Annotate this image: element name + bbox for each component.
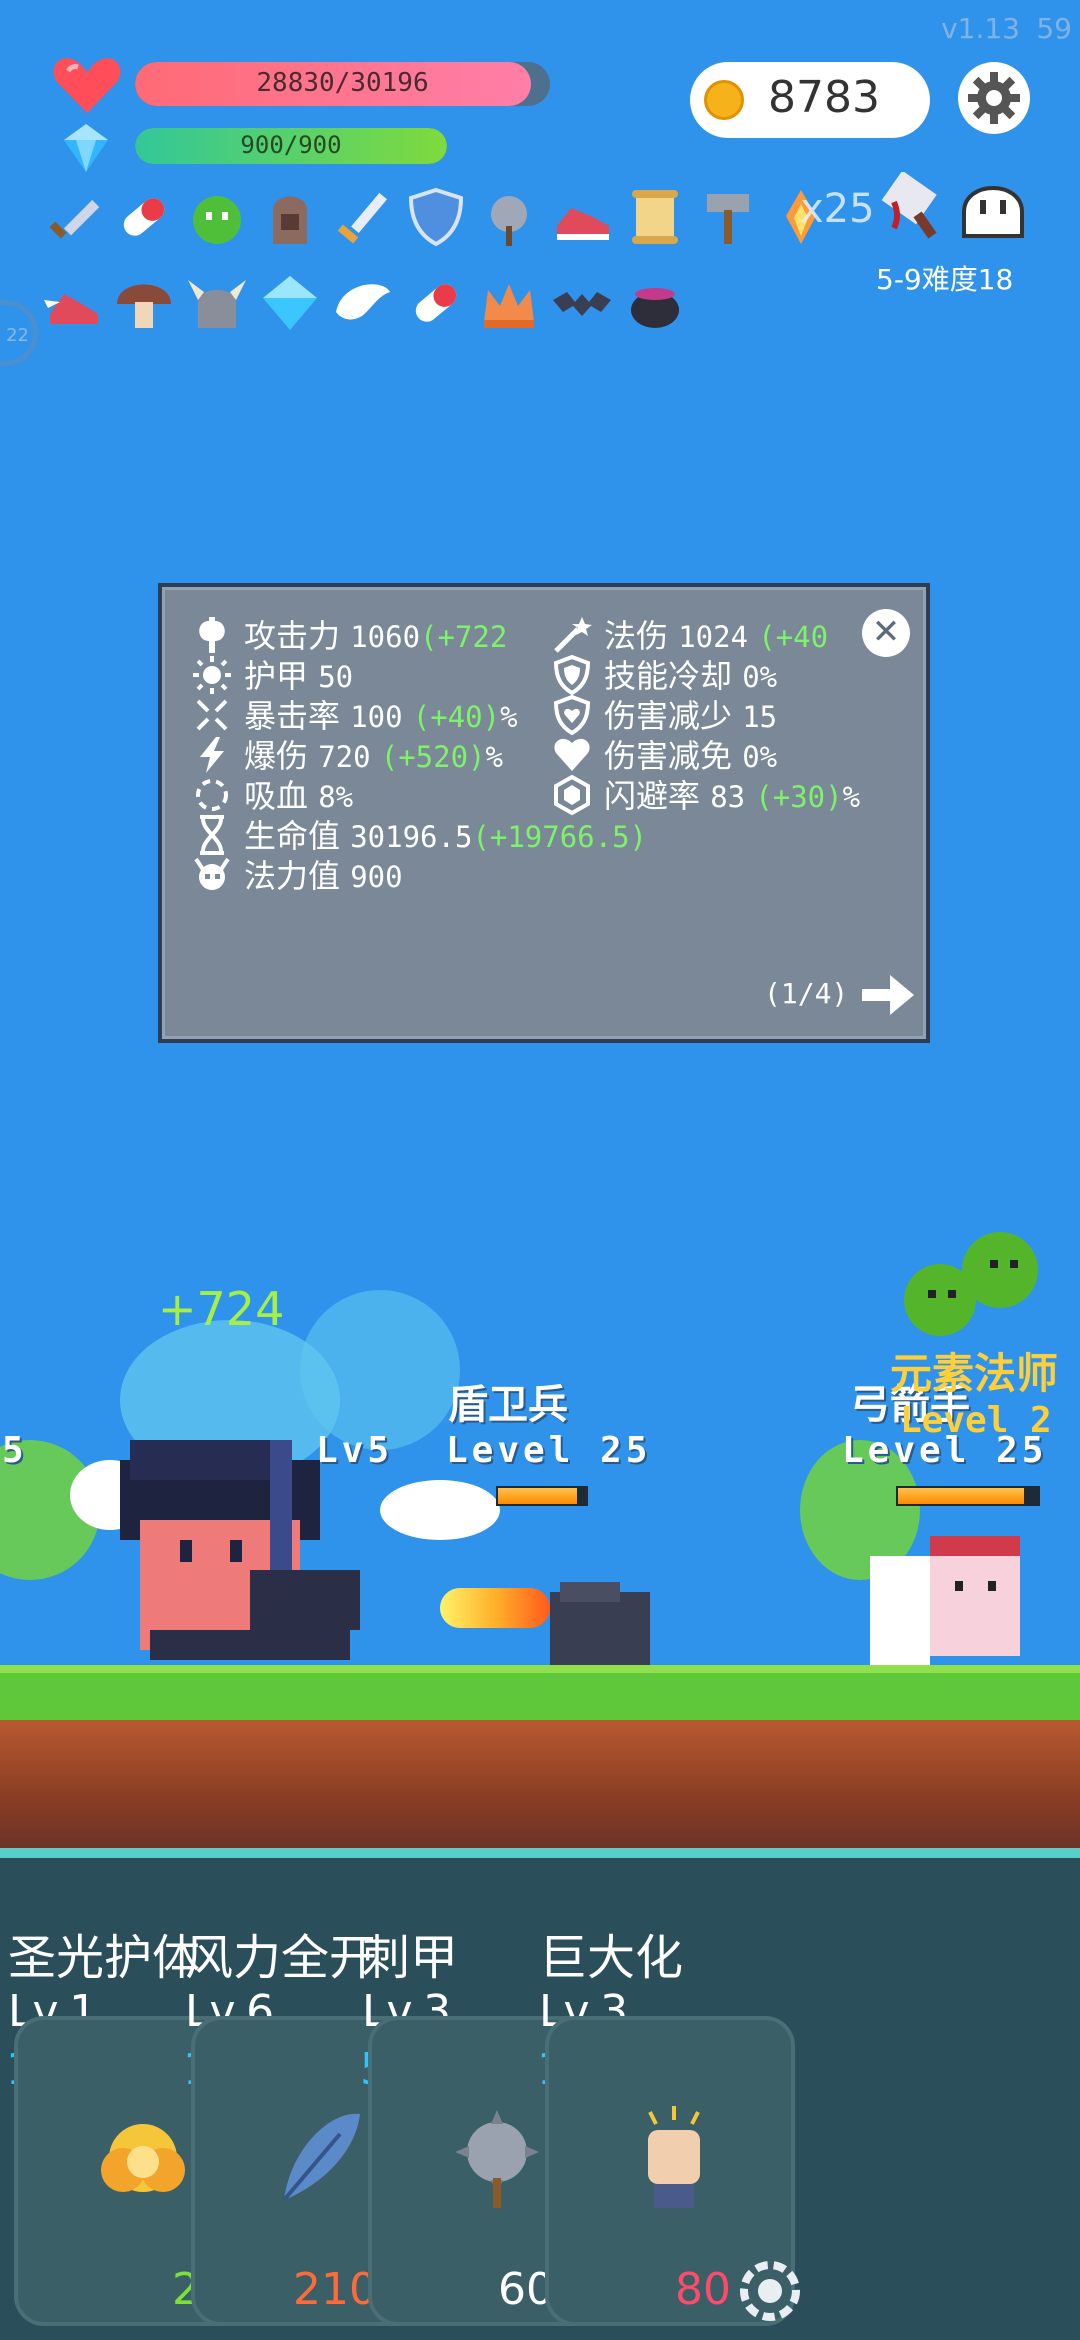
green-monster-icon[interactable] — [186, 186, 248, 248]
fps-label: 59 — [1036, 12, 1072, 45]
cauldron-icon[interactable] — [624, 272, 686, 334]
skill-name: 刺甲 — [362, 1930, 459, 1986]
tombstone-icon[interactable] — [259, 186, 321, 248]
gem-outline-icon — [552, 774, 592, 816]
heal-popup: +724 — [158, 1282, 285, 1336]
offscreen-level-fragment: 5 — [2, 1430, 28, 1471]
diamond-icon[interactable] — [259, 272, 321, 334]
arrow-right-icon — [862, 975, 914, 1015]
crossed-swords-icon — [192, 695, 232, 735]
mp-text: 900/900 — [240, 131, 342, 159]
item-count-overlay: x25 — [800, 186, 875, 232]
skill-upgrade-cost: 2 — [172, 2264, 200, 2315]
close-button[interactable]: ✕ — [862, 609, 910, 657]
enemy-hp-bar-shield-guard — [496, 1486, 588, 1506]
axe-icon — [192, 615, 232, 655]
hp-bar: 28830/30196 — [135, 62, 550, 106]
pill-icon[interactable] — [405, 272, 467, 334]
crown-icon[interactable] — [478, 272, 540, 334]
player-hero — [120, 1440, 390, 1674]
winged-shoe-icon[interactable] — [40, 272, 102, 334]
sun-icon — [192, 655, 232, 695]
gold-amount: 8783 — [768, 72, 880, 123]
enemy-level-elemental-mage: Level 2 — [900, 1400, 1052, 1441]
stat-dodge: 闪避率 83 (+30)% — [604, 777, 861, 815]
sword-icon[interactable] — [40, 186, 102, 248]
next-page-button[interactable] — [862, 973, 914, 1021]
enemy-hp-bar-archer — [896, 1486, 1040, 1506]
lightning-icon — [192, 735, 232, 775]
skill-cooldown-icon — [739, 2260, 801, 2322]
horned-helmet-icon[interactable] — [186, 272, 248, 334]
scroll-icon[interactable] — [624, 186, 686, 248]
skill-upgrade-cost: 210 — [293, 2264, 377, 2315]
ground-edge — [0, 1848, 1080, 1858]
wing-icon[interactable] — [332, 272, 394, 334]
shield-outline-icon — [552, 654, 592, 696]
shield-heart-icon — [552, 694, 592, 736]
settings-button[interactable] — [958, 62, 1030, 134]
enemy-level-shield-guard: Level 25 — [446, 1430, 652, 1471]
gold-counter: 8783 — [690, 62, 930, 138]
skill-upgrade-cost: 60 — [498, 2264, 554, 2315]
hp-text: 28830/30196 — [256, 68, 429, 98]
heart-outline-icon — [552, 735, 592, 775]
spiked-mace-icon[interactable] — [478, 186, 540, 248]
enemy-shield-guard — [540, 1582, 660, 1672]
mana-gem-icon — [62, 122, 110, 174]
red-shoe-icon[interactable] — [551, 186, 613, 248]
spiked-ball-icon — [437, 2100, 557, 2224]
hourglass-icon — [192, 815, 232, 855]
cleaver-icon — [880, 170, 950, 242]
skill-name: 巨大化 — [539, 1930, 684, 1986]
ground-dirt — [0, 1720, 1080, 1850]
fireball-projectile — [440, 1588, 550, 1628]
enemy-archer — [870, 1536, 1030, 1670]
enemy-hp-fill-shield-guard — [498, 1488, 578, 1504]
gear-icon — [968, 72, 1020, 124]
drain-circle-icon — [192, 775, 232, 815]
heart-icon — [52, 55, 122, 115]
side-menu-button[interactable]: 22 — [0, 300, 38, 366]
blade-icon[interactable] — [332, 186, 394, 248]
version-label: v1.13 — [941, 12, 1020, 45]
magic-wand-icon — [552, 615, 592, 655]
bat-icon[interactable] — [551, 272, 613, 334]
ground-grass — [0, 1665, 1080, 1720]
shield-icon[interactable] — [405, 186, 467, 248]
skill-upgrade-cost: 80 — [675, 2264, 731, 2315]
stat-mp: 法力值 900 — [244, 857, 403, 895]
holy-shield-icon — [83, 2100, 203, 2224]
page-indicator: (1/4) — [764, 977, 849, 1010]
ghost-icon — [958, 172, 1028, 242]
skill-name: 风力全开 — [185, 1930, 378, 1986]
skill-name: 圣光护体 — [8, 1930, 201, 1986]
poison-cloud-effect — [900, 1230, 1060, 1344]
enemy-hp-fill-archer — [898, 1488, 1024, 1504]
stage-difficulty-label: 5-9难度18 — [876, 263, 1014, 296]
coin-icon — [704, 80, 744, 120]
enemy-name-shield-guard: 盾卫兵 — [448, 1382, 568, 1428]
pill-icon[interactable] — [113, 186, 175, 248]
mushroom-icon[interactable] — [113, 272, 175, 334]
fist-icon — [614, 2100, 734, 2224]
mp-bar: 900/900 — [135, 128, 447, 164]
enemy-name-elemental-mage: 元素法师 — [890, 1349, 1059, 1398]
horned-skull-icon — [192, 855, 232, 895]
stats-panel: 攻击力 1060(+722 护甲 50 暴击率 100 (+40)% 爆伤 72… — [158, 583, 930, 1043]
hammer-icon[interactable] — [697, 186, 759, 248]
feather-icon — [260, 2100, 380, 2224]
